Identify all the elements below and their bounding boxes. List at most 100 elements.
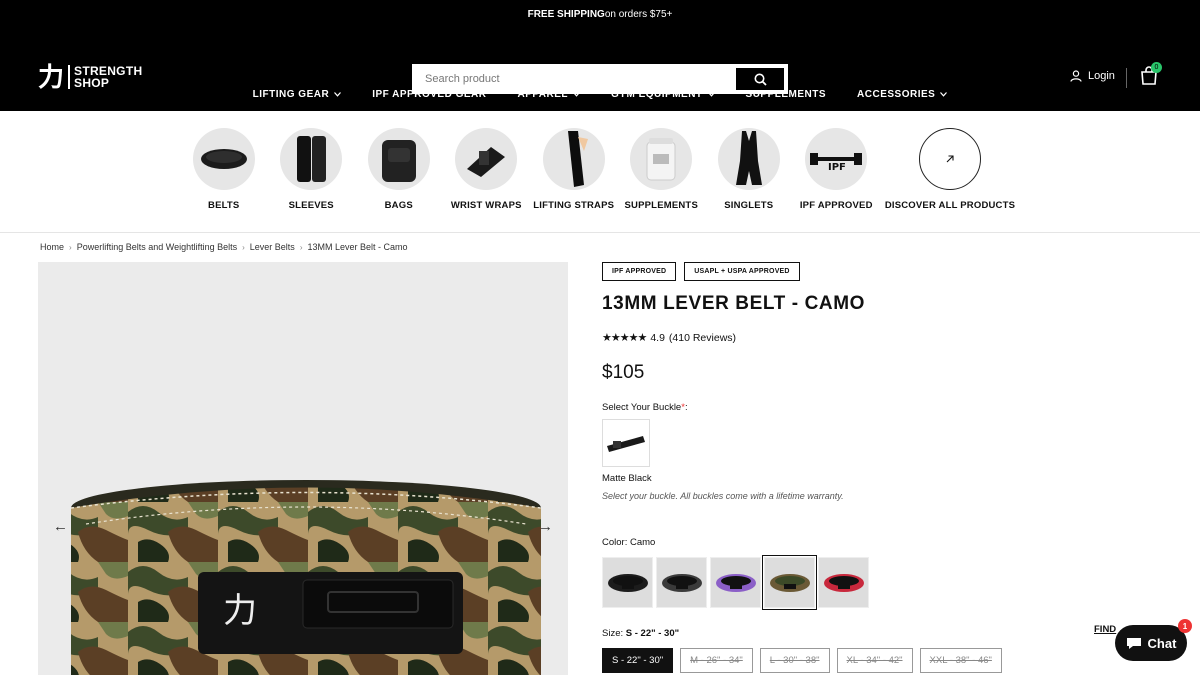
category-image [192, 128, 255, 190]
category-label: WRIST WRAPS [450, 200, 522, 211]
product-tags: IPF APPROVED USAPL + USPA APPROVED [602, 262, 1162, 281]
category-belts[interactable]: BELTS [180, 128, 268, 232]
category-label: DISCOVER ALL PRODUCTS [884, 200, 1016, 211]
product-info: IPF APPROVED USAPL + USPA APPROVED 13MM L… [602, 262, 1162, 673]
color-swatch-red[interactable] [818, 557, 869, 608]
breadcrumb-link[interactable]: Powerlifting Belts and Weightlifting Bel… [77, 242, 237, 252]
category-sleeves[interactable]: SLEEVES [268, 128, 356, 232]
color-swatch-purple[interactable] [710, 557, 761, 608]
size-option-l[interactable]: L - 30" - 38" [759, 648, 830, 673]
chevron-right-icon: › [69, 242, 72, 252]
color-swatch-grey[interactable] [656, 557, 707, 608]
chevron-down-icon [334, 89, 342, 100]
chevron-right-icon: › [299, 242, 303, 252]
nav-item-lifting-gear[interactable]: LIFTING GEAR [237, 86, 357, 102]
chat-button[interactable]: Chat 1 [1115, 619, 1192, 661]
nav-item-supplements[interactable]: SUPPLEMENTS [730, 86, 842, 102]
product-image: 力 [38, 262, 568, 675]
color-label: Color: Camo [602, 537, 656, 548]
nav-item-gym-equipment[interactable]: GYM EQUIPMENT [596, 86, 731, 102]
nav-item-label: ACCESSORIES [857, 88, 936, 100]
category-image [280, 128, 343, 190]
announcement-bold: FREE SHIPPING [527, 8, 605, 20]
nav-item-label: IPF APPROVED GEAR [372, 88, 487, 100]
breadcrumb-link[interactable]: Home [40, 242, 64, 252]
chat-badge: 1 [1178, 619, 1192, 633]
category-image: IPF [805, 128, 868, 190]
buckle-name: Matte Black [602, 473, 652, 484]
buckle-option-matte-black[interactable] [602, 419, 650, 467]
category-supplements[interactable]: SUPPLEMENTS [618, 128, 706, 232]
arrow-up-right-icon [919, 128, 981, 190]
product-title: 13MM LEVER BELT - CAMO [602, 293, 866, 314]
category-label: BAGS [384, 200, 413, 211]
gallery-prev-arrow[interactable]: ← [53, 518, 68, 535]
category-image [717, 128, 780, 190]
product-rating[interactable]: ★★★★★ 4.9 (410 Reviews) [602, 331, 1162, 345]
svg-text:IPF: IPF [828, 162, 846, 173]
category-strip: BELTS SLEEVES BAGS WRIST WRAPS LIFTING STRAP… [0, 111, 1200, 233]
product-badge: IPF APPROVED [602, 262, 677, 281]
user-icon [1070, 70, 1082, 82]
nav-item-label: GYM EQUIPMENT [611, 88, 703, 100]
buckle-note: Select your buckle. All buckles come wit… [602, 491, 844, 501]
nav-item-label: APPAREL [517, 88, 569, 100]
category-ipf-approved[interactable]: IPF IPF APPROVED [793, 128, 881, 232]
chat-label: Chat [1147, 635, 1177, 651]
product-price: $105 [602, 362, 645, 383]
chevron-down-icon [573, 89, 580, 100]
chat-bubble-icon [1126, 638, 1141, 649]
nav-item-apparel[interactable]: APPAREL [502, 86, 596, 102]
login-link[interactable]: Login [1070, 70, 1115, 82]
svg-text:力: 力 [223, 591, 257, 631]
size-label: Size: S - 22" - 30" [602, 628, 680, 639]
color-swatches [602, 555, 1162, 610]
category-image [367, 128, 430, 190]
search-icon [754, 73, 767, 86]
size-option-s[interactable]: S - 22" - 30" [602, 648, 674, 673]
category-label: BELTS [208, 200, 240, 211]
category-lifting-straps[interactable]: LIFTING STRAPS [530, 128, 618, 232]
buckle-thumbnail [607, 436, 645, 452]
category-image [542, 128, 605, 190]
color-swatch-camo[interactable] [762, 555, 817, 610]
size-option-xl[interactable]: XL - 34" - 42" [836, 648, 913, 673]
announcement-bar: FREE SHIPPING on orders $75+ [0, 0, 1200, 28]
color-swatch-black[interactable] [602, 557, 653, 608]
breadcrumb-link[interactable]: Lever Belts [250, 242, 295, 252]
buckle-label: Select Your Buckle*: [602, 402, 688, 413]
category-discover-all-products[interactable]: DISCOVER ALL PRODUCTS [880, 128, 1020, 232]
nav-item-label: LIFTING GEAR [252, 88, 330, 100]
star-rating-icon: ★★★★★ [602, 332, 647, 344]
category-image [455, 128, 518, 190]
chevron-down-icon [940, 89, 948, 100]
nav-item-label: SUPPLEMENTS [745, 88, 827, 100]
category-label: IPF APPROVED [799, 200, 873, 211]
product-gallery: 力 ← → [38, 262, 568, 675]
gallery-next-arrow[interactable]: → [538, 518, 553, 535]
announcement-text: on orders $75+ [604, 8, 673, 20]
category-label: LIFTING STRAPS [533, 200, 615, 211]
category-label: SUPPLEMENTS [624, 200, 698, 211]
nav-item-accessories[interactable]: ACCESSORIES [842, 86, 963, 102]
nav-item-ipf-approved-gear[interactable]: IPF APPROVED GEAR [357, 86, 502, 102]
size-options: S - 22" - 30" M - 26" - 34" L - 30" - 38" X… [602, 648, 1162, 673]
main-nav: LIFTING GEAR IPF APPROVED GEAR APPAREL GYM … [0, 86, 1200, 102]
category-bags[interactable]: BAGS [355, 128, 443, 232]
category-label: SLEEVES [288, 200, 334, 211]
size-option-m[interactable]: M - 26" - 34" [680, 648, 753, 673]
category-wrist-wraps[interactable]: WRIST WRAPS [443, 128, 531, 232]
site-header: 力 STRENGTHSHOP Login 0 LIFTING GEARIPF A… [0, 28, 1200, 111]
breadcrumb-current: 13MM Lever Belt - Camo [307, 242, 408, 252]
category-singlets[interactable]: SINGLETS [705, 128, 793, 232]
size-option-xxl[interactable]: XXL - 38" - 46" [919, 648, 1002, 673]
header-divider [1126, 68, 1127, 88]
find-size-link[interactable]: FIND [1094, 624, 1116, 635]
chevron-down-icon [707, 89, 715, 100]
product-badge: USAPL + USPA APPROVED [684, 262, 800, 281]
chevron-right-icon: › [242, 242, 245, 252]
category-image [630, 128, 693, 190]
rating-value: 4.9 [650, 331, 665, 344]
cart-count-badge: 0 [1151, 62, 1162, 73]
login-label: Login [1088, 70, 1115, 82]
